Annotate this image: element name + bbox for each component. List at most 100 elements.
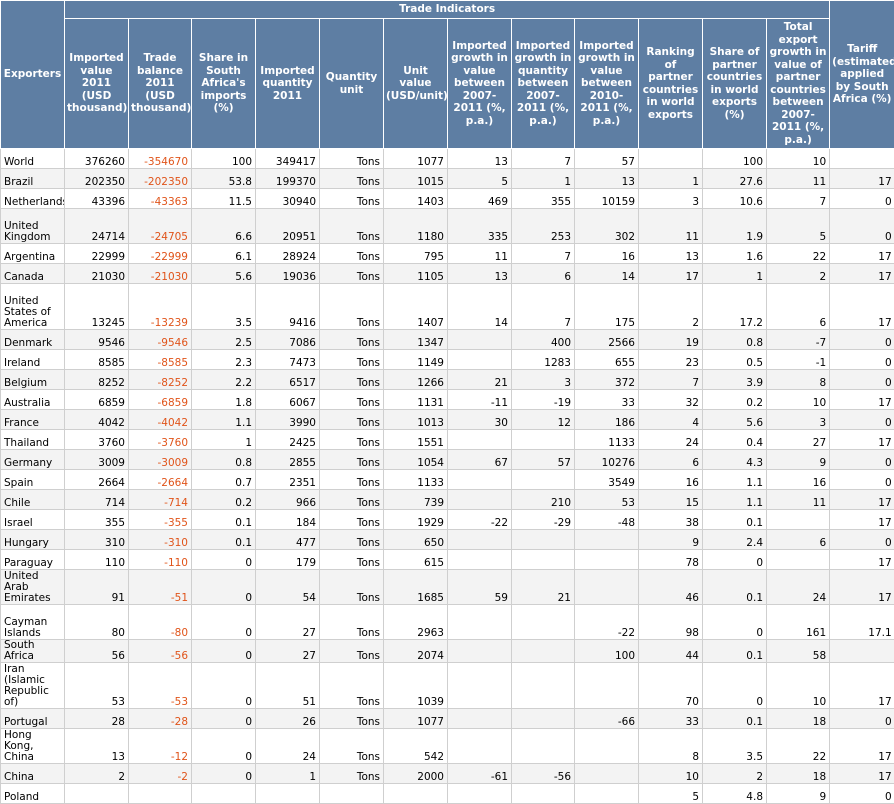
table-cell: 78 [639, 550, 703, 570]
table-cell: 0 [192, 640, 256, 663]
table-cell: 0 [830, 330, 894, 350]
table-cell: Tons [320, 470, 384, 490]
table-cell [512, 470, 575, 490]
table-cell: 24 [767, 570, 830, 605]
table-row: France4042-40421.13990Tons1013301218645.… [1, 410, 894, 430]
table-cell: 5 [639, 784, 703, 804]
table-cell: 6859 [65, 390, 129, 410]
table-cell: 966 [256, 490, 320, 510]
table-cell: 1.1 [703, 470, 767, 490]
col-header-trade-balance: Trade balance 2011 (USD thousand) [129, 19, 192, 149]
table-row: Germany3009-30090.82855Tons1054675710276… [1, 450, 894, 470]
exporter-name-cell: Belgium [1, 370, 65, 390]
table-cell: 27 [256, 605, 320, 640]
col-header-growth-quantity-0711: Imported growth in quantity between 2007… [512, 19, 575, 149]
table-cell: Tons [320, 390, 384, 410]
table-cell: 1.8 [192, 390, 256, 410]
table-cell: 54 [256, 570, 320, 605]
table-cell: 0.1 [192, 530, 256, 550]
table-cell: 5.6 [192, 264, 256, 284]
exporter-name-cell: Denmark [1, 330, 65, 350]
table-cell: 1133 [384, 470, 448, 490]
table-cell: 10 [639, 764, 703, 784]
table-cell: 1685 [384, 570, 448, 605]
table-cell: -2 [129, 764, 192, 784]
table-cell: 1.1 [703, 490, 767, 510]
table-cell: 1013 [384, 410, 448, 430]
table-cell: 1 [256, 764, 320, 784]
table-cell: -61 [448, 764, 512, 784]
table-cell: Tons [320, 605, 384, 640]
table-cell: 24714 [65, 209, 129, 244]
table-cell: 100 [192, 149, 256, 169]
table-cell: 13 [65, 729, 129, 764]
col-header-growth-value-1011: Imported growth in value between 2010-20… [575, 19, 639, 149]
table-cell: 1.9 [703, 209, 767, 244]
table-cell: 1039 [384, 663, 448, 709]
table-cell: 1.6 [703, 244, 767, 264]
table-cell: 714 [65, 490, 129, 510]
table-cell: 0 [830, 209, 894, 244]
table-cell: 17.2 [703, 284, 767, 330]
table-cell: 13 [448, 149, 512, 169]
exporter-name-cell: United Arab Emirates [1, 570, 65, 605]
table-cell: 22999 [65, 244, 129, 264]
table-cell: 1407 [384, 284, 448, 330]
table-cell: 38 [639, 510, 703, 530]
table-cell: 253 [512, 209, 575, 244]
table-cell [830, 640, 894, 663]
table-cell: 0 [830, 470, 894, 490]
exporter-name-cell: Spain [1, 470, 65, 490]
table-cell: 1403 [384, 189, 448, 209]
table-cell: 0 [192, 709, 256, 729]
table-cell [512, 530, 575, 550]
table-cell: Tons [320, 709, 384, 729]
table-row: Denmark9546-95462.57086Tons1347400256619… [1, 330, 894, 350]
table-cell: -29 [512, 510, 575, 530]
trade-indicators-table: Exporters Trade Indicators Tariff (estim… [0, 0, 894, 804]
table-cell: 6 [767, 284, 830, 330]
table-cell: 9546 [65, 330, 129, 350]
table-cell: 355 [65, 510, 129, 530]
table-cell: 7086 [256, 330, 320, 350]
table-cell: 91 [65, 570, 129, 605]
table-cell: 10159 [575, 189, 639, 209]
table-cell: 17 [830, 169, 894, 189]
table-cell: 0 [703, 663, 767, 709]
table-cell: 51 [256, 663, 320, 709]
table-cell: 4042 [65, 410, 129, 430]
table-cell: 349417 [256, 149, 320, 169]
table-row: Netherlands43396-4336311.530940Tons14034… [1, 189, 894, 209]
table-cell: Tons [320, 330, 384, 350]
table-cell [256, 784, 320, 804]
exporter-name-cell: Portugal [1, 709, 65, 729]
table-cell: 655 [575, 350, 639, 370]
table-cell: 5 [448, 169, 512, 189]
table-cell: -56 [129, 640, 192, 663]
table-cell: 10 [767, 149, 830, 169]
table-cell: 3 [512, 370, 575, 390]
col-header-share-world-exports: Share of partner countries in world expo… [703, 19, 767, 149]
table-cell [448, 330, 512, 350]
exporter-name-cell: South Africa [1, 640, 65, 663]
table-cell [512, 784, 575, 804]
col-header-total-export-growth: Total export growth in value of partner … [767, 19, 830, 149]
table-cell: 13245 [65, 284, 129, 330]
table-cell: 0.1 [192, 510, 256, 530]
table-cell: 795 [384, 244, 448, 264]
table-cell: 17 [830, 663, 894, 709]
table-cell: 18 [767, 764, 830, 784]
table-row: China2-201Tons2000-61-561021817 [1, 764, 894, 784]
table-cell [320, 784, 384, 804]
exporter-name-cell: World [1, 149, 65, 169]
table-cell: 28924 [256, 244, 320, 264]
table-cell: -13239 [129, 284, 192, 330]
table-cell: -8585 [129, 350, 192, 370]
table-cell: -310 [129, 530, 192, 550]
table-cell: 26 [256, 709, 320, 729]
table-cell [448, 530, 512, 550]
table-cell: -3760 [129, 430, 192, 450]
table-cell: 11 [767, 169, 830, 189]
table-row: Ireland8585-85852.37473Tons1149128365523… [1, 350, 894, 370]
table-cell [512, 605, 575, 640]
